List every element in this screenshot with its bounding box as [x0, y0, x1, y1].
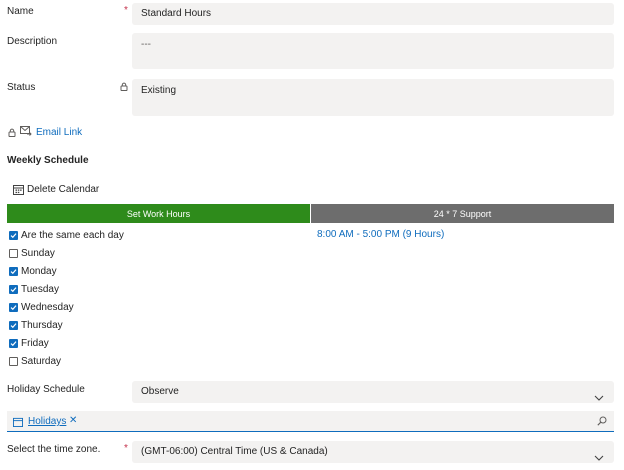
lock-icon: [120, 82, 128, 91]
checkbox-box[interactable]: [9, 248, 18, 258]
calendar-icon: [13, 184, 24, 195]
timezone-label: Select the time zone.: [7, 444, 101, 455]
holiday-schedule-select[interactable]: Observe: [132, 381, 614, 403]
work-hours-link[interactable]: 8:00 AM - 5:00 PM (9 Hours): [317, 229, 444, 240]
delete-calendar-label: Delete Calendar: [27, 184, 100, 195]
checkbox-box[interactable]: [9, 230, 18, 240]
name-field[interactable]: Standard Hours: [132, 3, 614, 25]
same-each-day-checkbox[interactable]: Are the same each day: [9, 228, 124, 242]
day-label: Wednesday: [21, 301, 74, 313]
timezone-required-marker: *: [124, 443, 128, 454]
checkbox-box[interactable]: [9, 356, 18, 366]
day-checkbox-wednesday[interactable]: Wednesday: [9, 300, 74, 314]
calendar-icon: [13, 417, 23, 430]
holiday-schedule-label: Holiday Schedule: [7, 384, 85, 395]
day-checkbox-friday[interactable]: Friday: [9, 336, 49, 350]
holidays-tag-link[interactable]: Holidays: [28, 416, 66, 427]
day-checkbox-sunday[interactable]: Sunday: [9, 246, 55, 260]
day-checkbox-saturday[interactable]: Saturday: [9, 354, 61, 368]
day-label: Sunday: [21, 247, 55, 259]
checkbox-box[interactable]: [9, 266, 18, 276]
search-icon[interactable]: [597, 416, 607, 429]
timezone-select[interactable]: (GMT-06:00) Central Time (US & Canada): [132, 441, 614, 463]
tab-24x7-support[interactable]: 24 * 7 Support: [311, 204, 614, 223]
description-label: Description: [7, 36, 58, 47]
status-field: Existing: [132, 79, 614, 116]
day-checkbox-tuesday[interactable]: Tuesday: [9, 282, 59, 296]
remove-tag-icon[interactable]: ✕: [69, 415, 77, 426]
tab-set-work-hours[interactable]: Set Work Hours: [7, 204, 310, 223]
holiday-schedule-value: Observe: [141, 386, 179, 397]
day-label: Thursday: [21, 319, 63, 331]
same-each-day-label: Are the same each day: [21, 229, 124, 241]
name-label: Name: [7, 6, 34, 17]
chevron-down-icon: [594, 388, 604, 410]
description-field[interactable]: ---: [132, 33, 614, 69]
day-label: Monday: [21, 265, 57, 277]
day-label: Tuesday: [21, 283, 59, 295]
delete-calendar-button[interactable]: Delete Calendar: [13, 183, 99, 196]
email-link[interactable]: Email Link: [36, 127, 82, 138]
day-checkbox-monday[interactable]: Monday: [9, 264, 57, 278]
holidays-lookup-field[interactable]: Holidays ✕: [7, 411, 614, 432]
lock-icon: [8, 128, 16, 137]
checkbox-box[interactable]: [9, 284, 18, 294]
email-link-icon[interactable]: [20, 126, 32, 139]
name-required-marker: *: [124, 5, 128, 16]
checkbox-box[interactable]: [9, 302, 18, 312]
checkbox-box[interactable]: [9, 320, 18, 330]
day-label: Friday: [21, 337, 49, 349]
schedule-tabs: Set Work Hours 24 * 7 Support: [7, 204, 614, 223]
day-checkbox-thursday[interactable]: Thursday: [9, 318, 63, 332]
day-label: Saturday: [21, 355, 62, 367]
status-label: Status: [7, 82, 36, 93]
checkbox-box[interactable]: [9, 338, 18, 348]
timezone-value: (GMT-06:00) Central Time (US & Canada): [141, 446, 328, 457]
chevron-down-icon: [594, 448, 604, 470]
weekly-schedule-title: Weekly Schedule: [7, 155, 89, 166]
